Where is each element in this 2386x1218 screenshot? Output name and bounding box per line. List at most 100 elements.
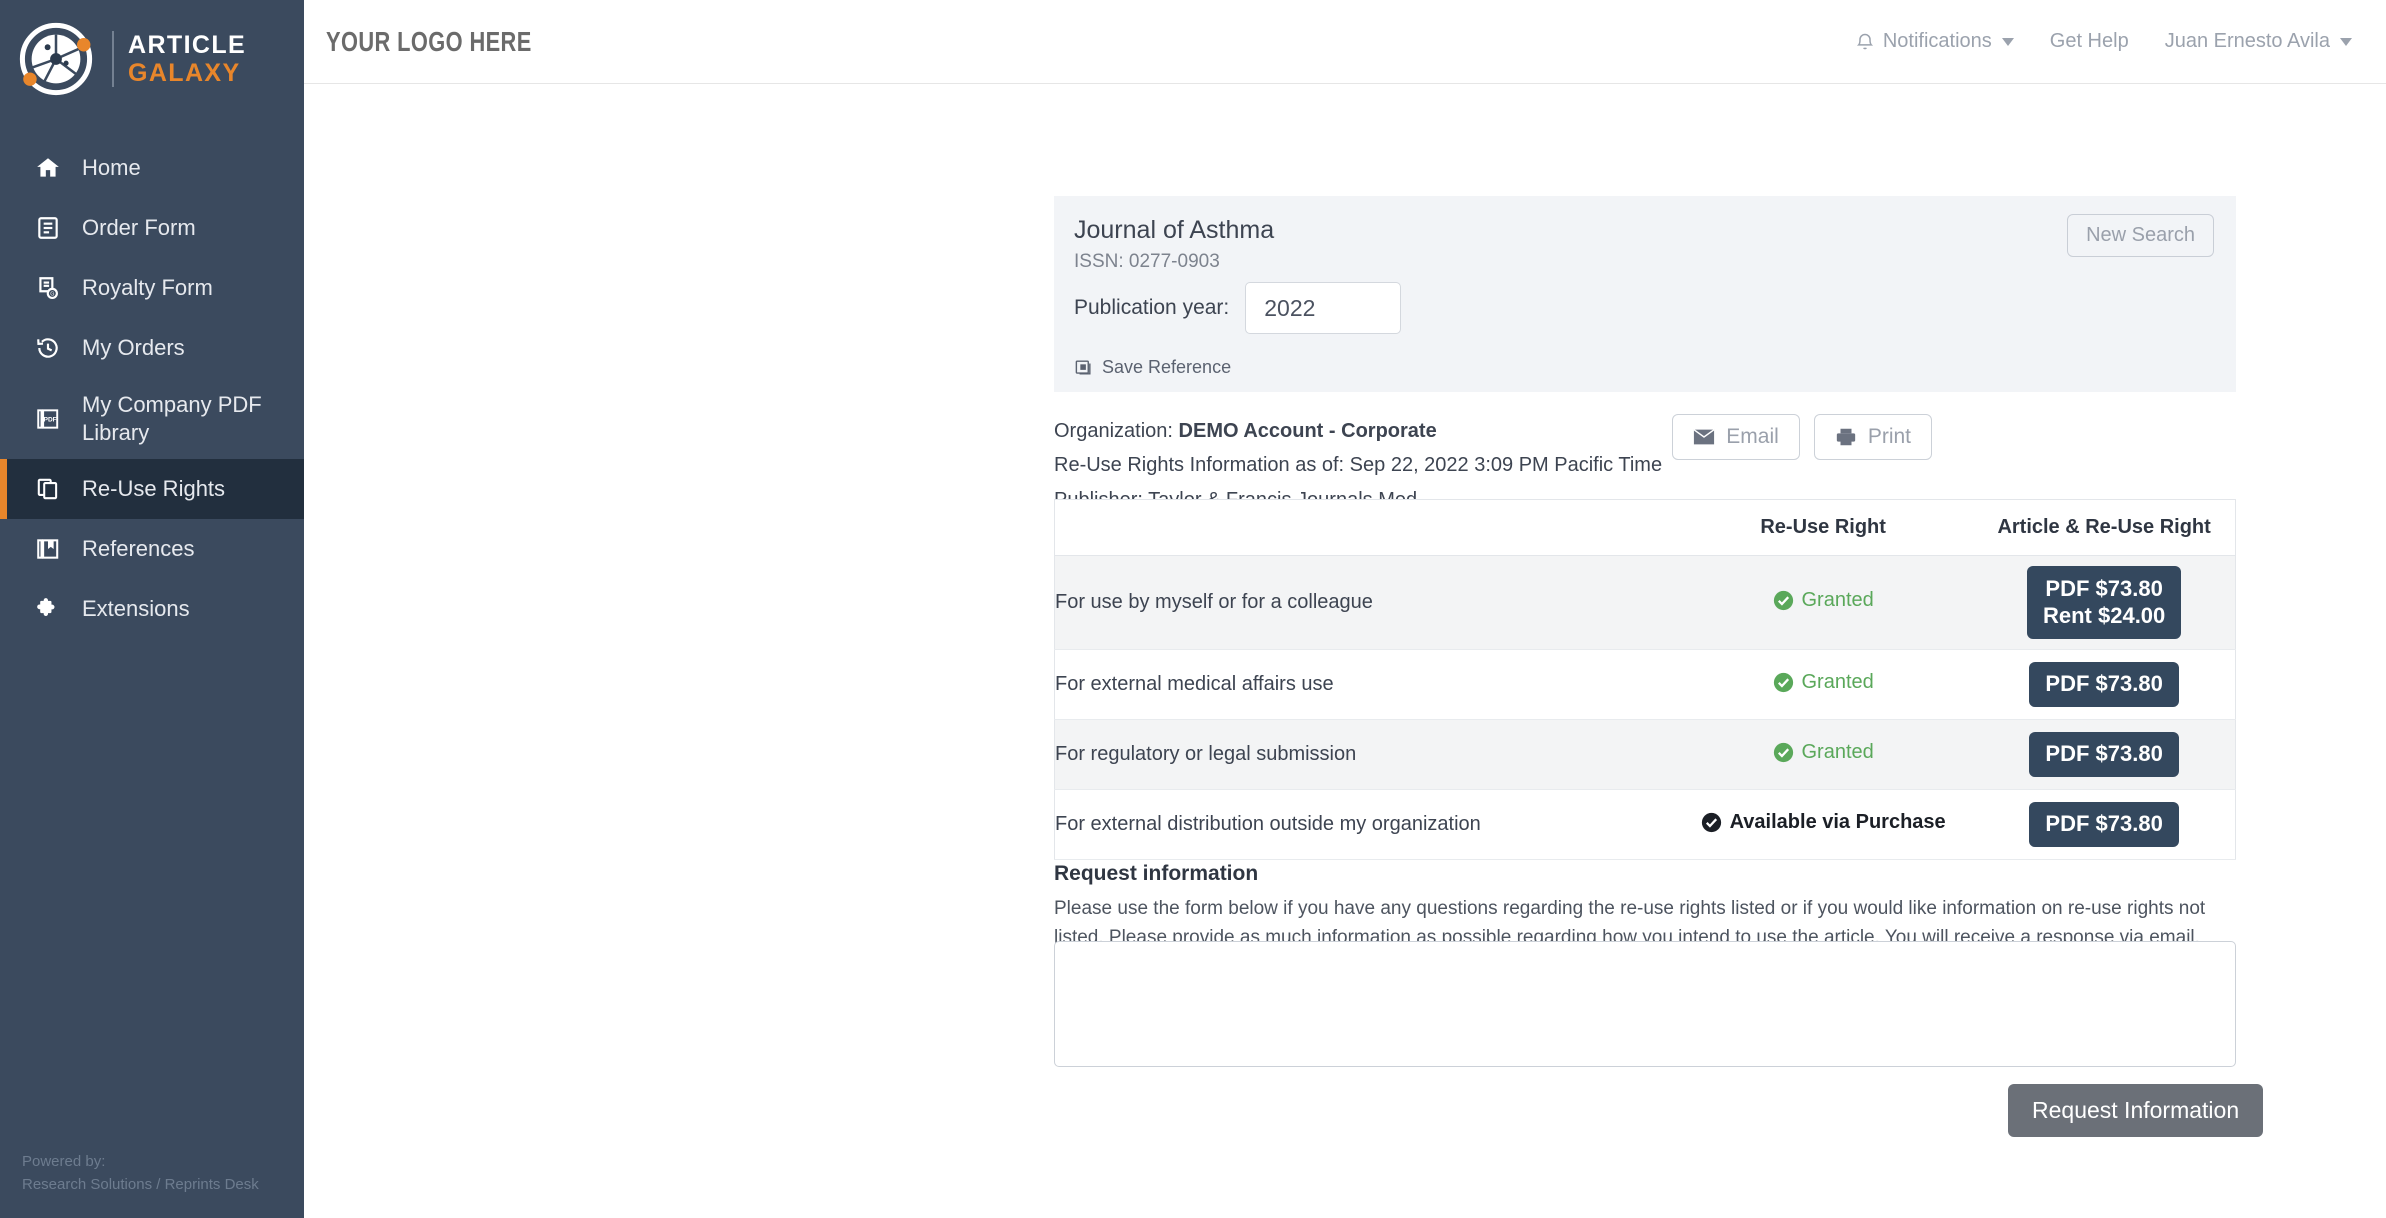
status-label: Granted bbox=[1802, 741, 1874, 764]
history-clock-icon bbox=[34, 334, 62, 362]
organization-label: Organization: bbox=[1054, 420, 1173, 442]
sidebar-item-label: Royalty Form bbox=[82, 274, 213, 302]
table-row: For use by myself or for a colleague Gra… bbox=[1055, 556, 2236, 650]
row-price-cell: PDF $73.80 bbox=[1973, 650, 2235, 720]
table-head: Re-Use Right Article & Re-Use Right bbox=[1055, 500, 2236, 556]
sidebar-item-royalty-form[interactable]: G Royalty Form bbox=[0, 258, 304, 318]
check-circle-dark-icon bbox=[1701, 812, 1722, 833]
request-information-submit-button[interactable]: Request Information bbox=[2008, 1084, 2263, 1137]
request-information-textarea[interactable] bbox=[1054, 941, 2236, 1067]
check-circle-green-icon bbox=[1773, 672, 1794, 693]
sidebar-item-re-use-rights[interactable]: Re-Use Rights bbox=[0, 459, 304, 519]
document-icon bbox=[34, 214, 62, 242]
sidebar-item-label: My Orders bbox=[82, 334, 185, 362]
price-line-1: PDF $73.80 bbox=[2045, 741, 2162, 768]
sidebar-item-label: References bbox=[82, 535, 195, 563]
get-help-link[interactable]: Get Help bbox=[2050, 30, 2129, 53]
bookmark-book-icon bbox=[34, 535, 62, 563]
sidebar-item-label: My Company PDF Library bbox=[82, 391, 304, 446]
check-circle-green-icon bbox=[1773, 590, 1794, 611]
user-menu[interactable]: Juan Ernesto Avila bbox=[2165, 30, 2352, 53]
price-line-2: Rent $24.00 bbox=[2043, 603, 2165, 630]
document-actions: Email Print bbox=[1672, 414, 1932, 460]
sidebar-item-my-company-pdf-library[interactable]: PDF My Company PDF Library bbox=[0, 378, 304, 459]
save-reference-button[interactable]: Save Reference bbox=[1074, 357, 1231, 378]
table-header-row: Re-Use Right Article & Re-Use Right bbox=[1055, 500, 2236, 556]
sidebar-footer: Powered by: Research Solutions / Reprint… bbox=[0, 1151, 259, 1196]
sidebar-item-label: Extensions bbox=[82, 595, 190, 623]
page-content: Journal of Asthma ISSN: 0277-0903 Public… bbox=[304, 84, 2386, 1218]
notifications-menu[interactable]: Notifications bbox=[1855, 30, 2014, 53]
royalty-document-icon: G bbox=[34, 274, 62, 302]
price-line-1: PDF $73.80 bbox=[2045, 811, 2162, 838]
row-status-cell: Granted bbox=[1673, 650, 1973, 720]
publication-year-input[interactable] bbox=[1245, 282, 1401, 334]
brand-wordmark: ARTICLE GALAXY bbox=[128, 33, 246, 86]
sidebar-item-my-orders[interactable]: My Orders bbox=[0, 318, 304, 378]
bell-icon bbox=[1855, 31, 1875, 53]
row-description: For use by myself or for a colleague bbox=[1055, 556, 1674, 650]
print-label: Print bbox=[1868, 425, 1911, 449]
get-help-label: Get Help bbox=[2050, 30, 2129, 53]
row-price-cell: PDF $73.80 bbox=[1973, 790, 2235, 860]
brand-line-2: GALAXY bbox=[128, 61, 246, 86]
price-button[interactable]: PDF $73.80 bbox=[2029, 732, 2178, 777]
print-button[interactable]: Print bbox=[1814, 414, 1932, 460]
svg-text:PDF: PDF bbox=[44, 416, 57, 423]
chevron-down-icon bbox=[2002, 38, 2014, 46]
user-name-label: Juan Ernesto Avila bbox=[2165, 30, 2330, 53]
sidebar-item-extensions[interactable]: Extensions bbox=[0, 579, 304, 639]
journal-info-panel: Journal of Asthma ISSN: 0277-0903 Public… bbox=[1054, 196, 2236, 392]
table-row: For regulatory or legal submission Grant… bbox=[1055, 720, 2236, 790]
svg-text:G: G bbox=[50, 292, 54, 298]
sidebar-item-label: Order Form bbox=[82, 214, 196, 242]
article-galaxy-logo-icon bbox=[14, 17, 98, 101]
new-search-button[interactable]: New Search bbox=[2067, 214, 2214, 257]
organization-value: DEMO Account - Corporate bbox=[1179, 420, 1437, 442]
column-header-article-reuse-right: Article & Re-Use Right bbox=[1973, 500, 2235, 556]
printer-icon bbox=[1835, 427, 1857, 447]
price-line-1: PDF $73.80 bbox=[2045, 576, 2162, 603]
row-description: For external distribution outside my org… bbox=[1055, 790, 1674, 860]
sidebar: ARTICLE GALAXY Home Order Form bbox=[0, 0, 304, 1218]
powered-by-label: Powered by: bbox=[22, 1151, 259, 1174]
sidebar-item-label: Home bbox=[82, 154, 141, 182]
table-row: For external medical affairs use Granted bbox=[1055, 650, 2236, 720]
column-header-description bbox=[1055, 500, 1674, 556]
notifications-label: Notifications bbox=[1883, 30, 1992, 53]
sidebar-item-references[interactable]: References bbox=[0, 519, 304, 579]
row-description: For external medical affairs use bbox=[1055, 650, 1674, 720]
price-button[interactable]: PDF $73.80 bbox=[2029, 802, 2178, 847]
save-reference-label: Save Reference bbox=[1102, 357, 1231, 378]
table-row: For external distribution outside my org… bbox=[1055, 790, 2236, 860]
status-badge: Granted bbox=[1773, 741, 1874, 764]
sidebar-item-label: Re-Use Rights bbox=[82, 475, 225, 503]
publication-year-label: Publication year: bbox=[1074, 296, 1229, 320]
status-badge: Available via Purchase bbox=[1701, 811, 1946, 834]
brand-logo-block[interactable]: ARTICLE GALAXY bbox=[0, 0, 304, 118]
status-badge: Granted bbox=[1773, 671, 1874, 694]
row-status-cell: Available via Purchase bbox=[1673, 790, 1973, 860]
journal-title: Journal of Asthma bbox=[1074, 216, 1274, 245]
email-button[interactable]: Email bbox=[1672, 414, 1800, 460]
customer-logo-placeholder: YOUR LOGO HERE bbox=[326, 26, 532, 58]
app-root: ARTICLE GALAXY Home Order Form bbox=[0, 0, 2386, 1218]
row-status-cell: Granted bbox=[1673, 720, 1973, 790]
top-bar: YOUR LOGO HERE Notifications Get Help bbox=[304, 0, 2386, 84]
price-button[interactable]: PDF $73.80 Rent $24.00 bbox=[2027, 566, 2181, 640]
chevron-down-icon bbox=[2340, 38, 2352, 46]
sidebar-item-home[interactable]: Home bbox=[0, 138, 304, 198]
home-icon bbox=[34, 154, 62, 182]
status-label: Granted bbox=[1802, 671, 1874, 694]
copy-pages-icon bbox=[34, 475, 62, 503]
sidebar-item-order-form[interactable]: Order Form bbox=[0, 198, 304, 258]
price-button[interactable]: PDF $73.80 bbox=[2029, 662, 2178, 707]
request-information-title: Request information bbox=[1054, 862, 1258, 886]
journal-issn: ISSN: 0277-0903 bbox=[1074, 251, 1220, 273]
save-reference-icon bbox=[1074, 358, 1093, 377]
row-price-cell: PDF $73.80 Rent $24.00 bbox=[1973, 556, 2235, 650]
price-line-1: PDF $73.80 bbox=[2045, 671, 2162, 698]
publication-year-row: Publication year: bbox=[1074, 282, 1401, 334]
sidebar-nav: Home Order Form G Royal bbox=[0, 138, 304, 639]
status-label: Available via Purchase bbox=[1730, 811, 1946, 834]
